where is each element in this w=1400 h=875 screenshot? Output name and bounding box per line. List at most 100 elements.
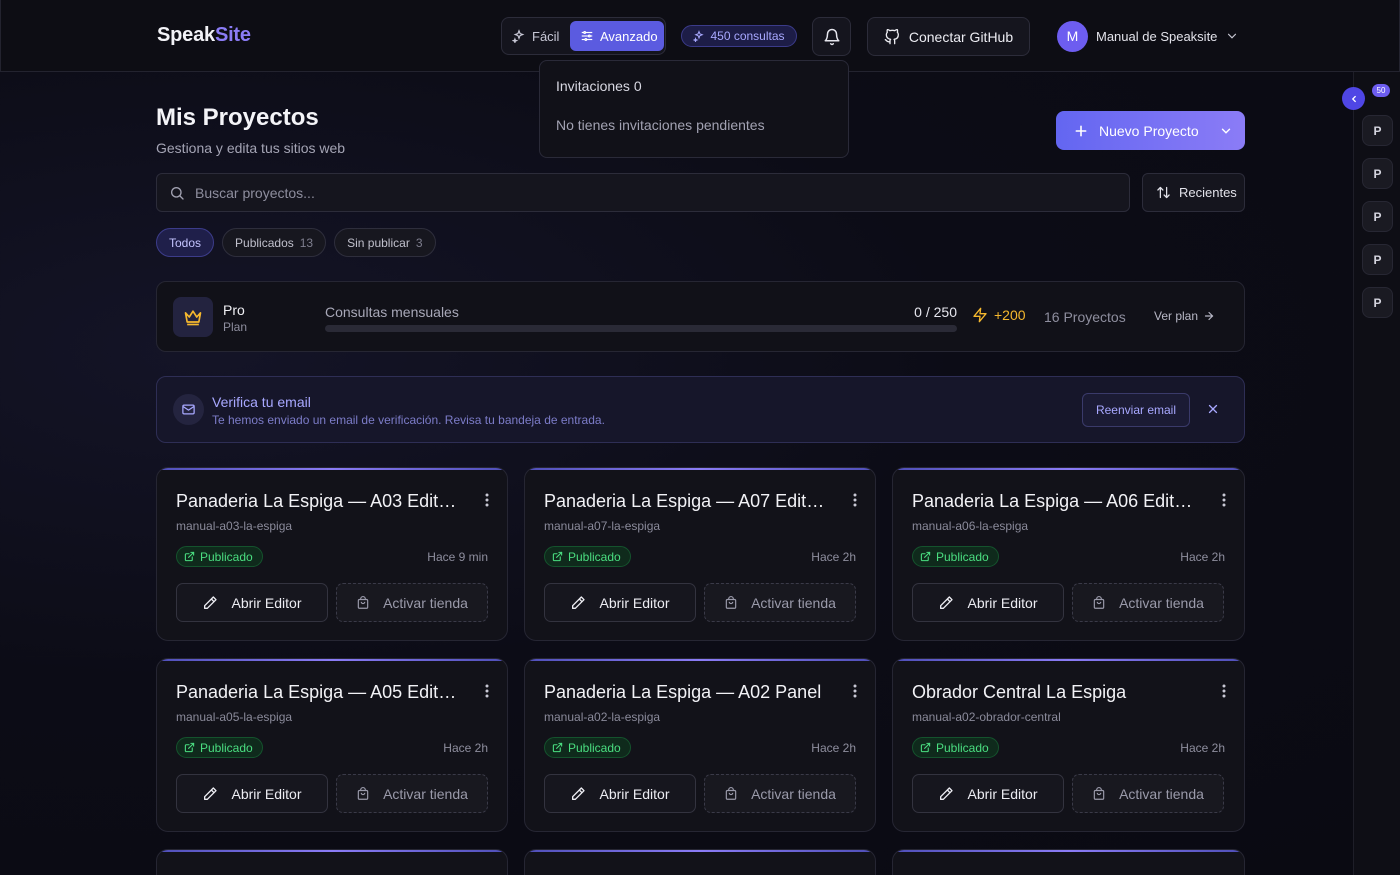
project-time: Hace 2h [811, 741, 856, 755]
open-editor-button[interactable]: Abrir Editor [176, 583, 328, 622]
arrow-right-icon [1203, 310, 1215, 322]
close-icon[interactable] [1206, 402, 1220, 416]
more-vertical-icon[interactable] [853, 493, 857, 507]
bell-icon [823, 28, 841, 46]
usage-label: Consultas mensuales [325, 304, 459, 320]
chevron-left-icon [1349, 94, 1359, 104]
open-editor-button[interactable]: Abrir Editor [176, 774, 328, 813]
project-slug: manual-a02-obrador-central [912, 710, 1061, 724]
project-slug: manual-a07-la-espiga [544, 519, 661, 533]
sort-label: Recientes [1179, 185, 1237, 200]
activate-store-label: Activar tienda [383, 594, 468, 611]
rail-project-item[interactable]: P [1362, 201, 1393, 232]
bonus-label: +200 [994, 307, 1026, 323]
rail-project-item[interactable]: P [1362, 244, 1393, 275]
project-card[interactable]: Panaderia La Espiga — A06 Editorial manu… [892, 467, 1245, 641]
project-title: Panaderia La Espiga — A07 Editorial [544, 491, 834, 511]
rail-project-item[interactable]: P [1362, 158, 1393, 189]
more-vertical-icon[interactable] [1222, 684, 1226, 698]
search-input[interactable] [195, 184, 1095, 201]
search-box [156, 173, 1130, 212]
verify-email-banner: Verifica tu email Te hemos enviado un em… [156, 376, 1245, 443]
activate-store-button[interactable]: Activar tienda [704, 774, 856, 813]
activate-store-button[interactable]: Activar tienda [1072, 774, 1224, 813]
activate-store-button[interactable]: Activar tienda [336, 583, 488, 622]
rail-project-item[interactable]: P [1362, 287, 1393, 318]
logo[interactable]: SpeakSite [157, 24, 251, 47]
activate-store-button[interactable]: Activar tienda [336, 774, 488, 813]
open-editor-button[interactable]: Abrir Editor [544, 774, 696, 813]
pencil-icon [570, 786, 586, 802]
resend-email-button[interactable]: Reenviar email [1082, 393, 1190, 427]
usage-value: 0 / 250 [914, 304, 957, 320]
more-vertical-icon[interactable] [485, 684, 489, 698]
project-title: Panaderia La Espiga — A03 Editorial [176, 491, 466, 511]
avatar: M [1057, 20, 1088, 52]
shopping-bag-icon [1092, 595, 1106, 610]
external-link-icon [184, 742, 195, 753]
mode-easy-label: Fácil [532, 28, 560, 44]
filter-unpublished[interactable]: Sin publicar 3 [334, 228, 436, 257]
external-link-icon [920, 551, 931, 562]
open-editor-label: Abrir Editor [967, 785, 1038, 802]
project-time: Hace 2h [1180, 741, 1225, 755]
search-icon [169, 185, 185, 201]
activate-store-button[interactable]: Activar tienda [1072, 583, 1224, 622]
pencil-icon [938, 595, 954, 611]
project-card[interactable]: Panaderia La Espiga — A07 Editorial manu… [524, 467, 876, 641]
user-name: Manual de Speaksite [1096, 28, 1218, 44]
notifications-button[interactable] [812, 17, 851, 56]
plan-name: Pro [223, 302, 245, 318]
project-card[interactable] [892, 849, 1245, 875]
connect-github-label: Conectar GitHub [908, 28, 1014, 45]
open-editor-button[interactable]: Abrir Editor [912, 774, 1064, 813]
status-label: Publicado [568, 740, 621, 755]
status-label: Publicado [200, 740, 253, 755]
sort-button[interactable]: Recientes [1142, 173, 1245, 212]
chevron-down-icon [1219, 124, 1233, 138]
filter-published[interactable]: Publicados 13 [222, 228, 327, 257]
more-vertical-icon[interactable] [853, 684, 857, 698]
project-card[interactable]: Panaderia La Espiga — A05 Editorial manu… [156, 658, 508, 832]
more-vertical-icon[interactable] [485, 493, 489, 507]
filter-all[interactable]: Todos [156, 228, 215, 257]
project-card[interactable] [156, 849, 508, 875]
credits-badge[interactable]: 450 consultas [681, 25, 797, 47]
lightning-icon [972, 307, 988, 323]
project-slug: manual-a02-la-espiga [544, 710, 661, 724]
project-title: Panaderia La Espiga — A05 Editorial [176, 682, 466, 702]
mode-easy-button[interactable]: Fácil [512, 21, 559, 51]
open-editor-button[interactable]: Abrir Editor [544, 583, 696, 622]
rail-count-badge: 50 [1372, 84, 1390, 97]
project-card[interactable]: Obrador Central La Espiga manual-a02-obr… [892, 658, 1245, 832]
pencil-icon [202, 786, 218, 802]
open-editor-button[interactable]: Abrir Editor [912, 583, 1064, 622]
bonus-credits: +200 [972, 307, 1026, 323]
rail-project-item[interactable]: P [1362, 115, 1393, 146]
collapse-rail-button[interactable] [1342, 87, 1365, 110]
project-time: Hace 9 min [427, 550, 488, 564]
more-vertical-icon[interactable] [1222, 493, 1226, 507]
status-badge: Publicado [912, 737, 999, 758]
status-badge: Publicado [544, 737, 631, 758]
see-plan-link[interactable]: Ver plan [1154, 309, 1215, 323]
pencil-icon [202, 595, 218, 611]
sparkles-icon [512, 29, 526, 43]
filter-label: Sin publicar [347, 235, 410, 250]
mode-advanced-button[interactable]: Avanzado [570, 21, 664, 51]
verify-email-title: Verifica tu email [212, 394, 311, 410]
status-badge: Publicado [176, 546, 263, 567]
activate-store-label: Activar tienda [1119, 785, 1204, 802]
status-badge: Publicado [176, 737, 263, 758]
verify-email-text: Te hemos enviado un email de verificació… [212, 413, 605, 427]
activate-store-button[interactable]: Activar tienda [704, 583, 856, 622]
connect-github-button[interactable]: Conectar GitHub [867, 17, 1030, 56]
project-card[interactable] [524, 849, 876, 875]
user-menu[interactable]: M Manual de Speaksite [1057, 20, 1239, 52]
project-card[interactable]: Panaderia La Espiga — A02 Panel manual-a… [524, 658, 876, 832]
project-card[interactable]: Panaderia La Espiga — A03 Editorial manu… [156, 467, 508, 641]
mode-toggle: Fácil Avanzado [501, 17, 666, 55]
mail-icon [173, 394, 204, 425]
new-project-button[interactable]: Nuevo Proyecto [1056, 111, 1245, 150]
shopping-bag-icon [724, 595, 738, 610]
